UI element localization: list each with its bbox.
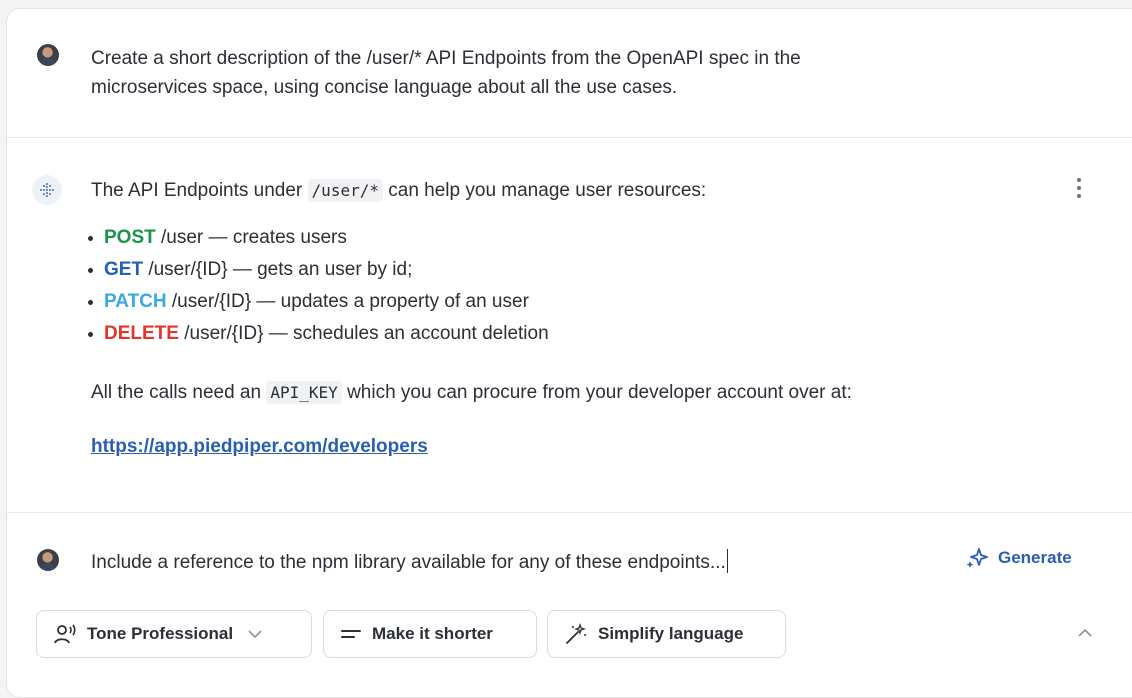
note-text: All the calls need an [91,382,262,403]
chevron-up-icon[interactable] [1076,626,1094,644]
user-avatar [37,44,59,66]
inline-code: /user/* [307,179,383,202]
prompt-input-value: Include a reference to the npm library a… [91,552,726,573]
ai-intro-text: The API Endpoints under [91,180,303,201]
endpoint-desc: — creates users [203,227,347,248]
user-prompt-line-2: microservices space, using concise langu… [91,77,678,98]
user-prompt-line-1: Create a short description of the /user/… [91,48,801,69]
inline-code: API_KEY [266,381,342,404]
ai-intro: The API Endpoints under /user/* can help… [91,176,706,205]
simplify-label: Simplify language [598,624,744,643]
developers-link[interactable]: https://app.piedpiper.com/developers [91,432,428,461]
divider [7,137,1132,138]
prompt-input[interactable]: Include a reference to the npm library a… [91,548,729,577]
user-prompt: Create a short description of the /user/… [91,44,1011,102]
list-item: POST /user — creates users [86,222,549,254]
endpoint-desc: — updates a property of an user [251,291,529,312]
method-post: POST [104,227,156,248]
voice-person-icon [54,624,76,644]
api-key-note: All the calls need an API_KEY which you … [91,378,852,407]
simplify-language-button[interactable]: Simplify language [547,610,786,658]
method-get: GET [104,259,144,280]
note-text-end: which you can procure from your develope… [347,382,852,403]
list-item: DELETE /user/{ID} — schedules an account… [86,318,549,350]
shorter-label: Make it shorter [372,624,493,643]
endpoint-desc: — schedules an account deletion [263,323,549,344]
chat-panel [6,8,1132,698]
endpoint-path: /user/{ID} [143,259,228,280]
generate-button[interactable]: Generate [964,546,1072,570]
generate-label: Generate [998,548,1072,567]
tone-label: Tone Professional [87,624,234,643]
ai-intro-text-end: can help you manage user resources: [388,180,707,201]
magic-wand-icon [566,623,587,644]
method-delete: DELETE [104,323,179,344]
endpoint-desc: — gets an user by id; [227,259,413,280]
text-cursor [726,549,729,573]
chevron-down-icon [248,630,262,639]
sparkles-icon [966,548,988,568]
ai-dots-icon [32,175,62,205]
endpoint-path: /user [155,227,204,248]
kebab-menu-icon[interactable] [1074,176,1084,202]
endpoint-path: /user/{ID} [166,291,252,312]
make-shorter-button[interactable]: Make it shorter [323,610,537,658]
endpoint-list: POST /user — creates users GET /user/{ID… [86,222,549,350]
list-item: GET /user/{ID} — gets an user by id; [86,254,549,286]
method-patch: PATCH [104,291,167,312]
lines-icon [341,630,361,638]
user-avatar [37,549,59,571]
divider [7,512,1132,513]
list-item: PATCH /user/{ID} — updates a property of… [86,286,549,318]
tone-dropdown[interactable]: Tone Professional [36,610,312,658]
endpoint-path: /user/{ID} [178,323,264,344]
